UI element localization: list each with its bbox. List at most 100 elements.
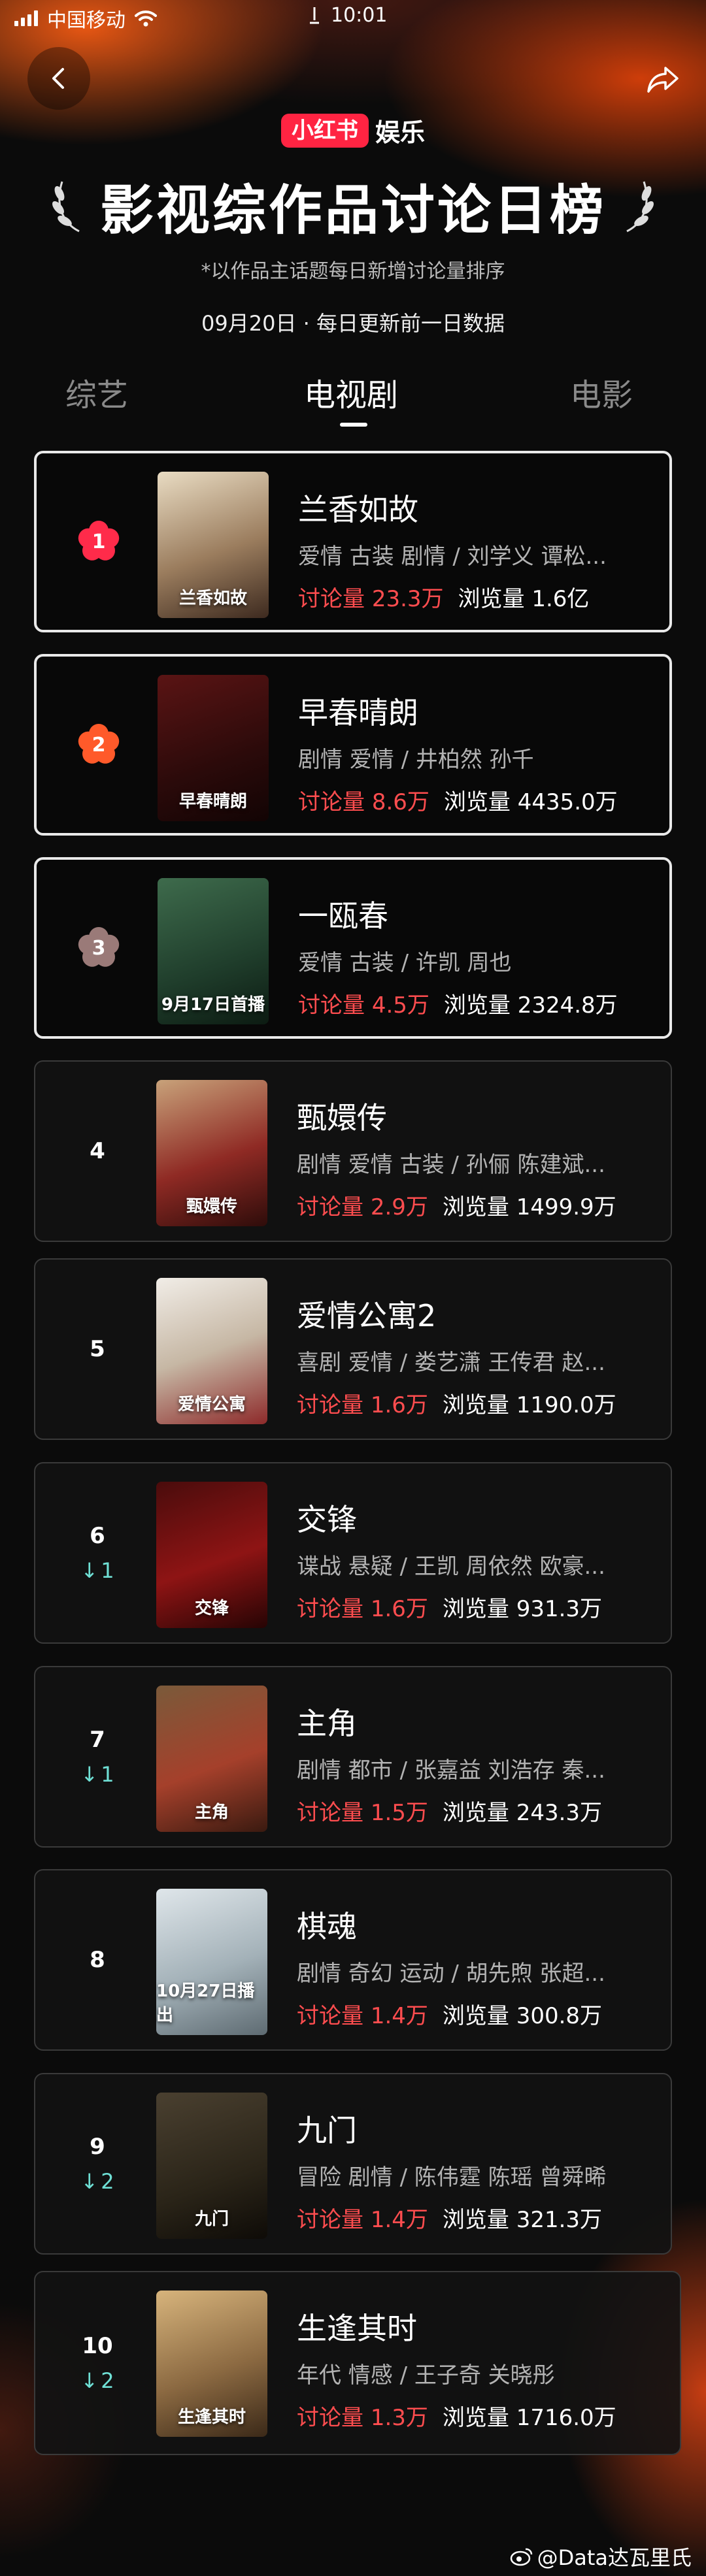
rank-medal-icon: 1: [76, 519, 122, 564]
show-info: 主角 剧情 都市 / 张嘉益 刘浩存 秦... 讨论量 1.5万 浏览量 243.3万: [297, 1705, 663, 1827]
rank-column: 6 ↓ 1: [35, 1463, 160, 1642]
discussion-value: 2.9万: [370, 1194, 428, 1220]
ranking-card[interactable]: 1 兰香如故 兰香如故 爱情 古装 剧情 / 刘学义 谭松... 讨论量 23.3万 浏览…: [34, 451, 672, 632]
ranking-card[interactable]: 4 甄嬛传 甄嬛传 剧情 爱情 古装 / 孙俪 陈建斌... 讨论量 2.9万 浏览量 1…: [34, 1060, 672, 1242]
poster-caption: 9月17日首播: [161, 995, 265, 1015]
show-poster[interactable]: 生逢其时: [156, 2291, 267, 2437]
ranking-card[interactable]: 9 ↓ 2 九门 九门 冒险 剧情 / 陈伟霆 陈瑶 曾舜晞 讨论量 1.4万 浏览量 321…: [34, 2073, 672, 2255]
ranking-card[interactable]: 3 9月17日首播 一瓯春 爱情 古装 / 许凯 周也 讨论量 4.5万 浏览量 2324…: [34, 857, 672, 1039]
show-poster[interactable]: 9月17日首播: [158, 878, 269, 1024]
wifi-icon: [135, 10, 157, 27]
signal-icon: [14, 10, 38, 26]
rank-number: 3: [92, 936, 106, 960]
show-stats: 讨论量 1.4万 浏览量 321.3万: [297, 2202, 663, 2234]
active-tab-indicator: [340, 423, 367, 427]
show-stats: 讨论量 1.6万 浏览量 1190.0万: [297, 1387, 663, 1419]
arrow-down-icon: ↓: [80, 1762, 99, 1787]
tab-tv-series[interactable]: 电视剧: [304, 369, 398, 415]
discussion-label: 讨论量: [297, 2405, 363, 2431]
rank-change: ↓ 2: [80, 2169, 114, 2194]
views-label: 浏览量: [458, 586, 525, 612]
show-info: 甄嬛传 剧情 爱情 古装 / 孙俪 陈建斌... 讨论量 2.9万 浏览量 1499.…: [297, 1100, 663, 1221]
brand-header: 小红书 娱乐: [0, 112, 706, 148]
show-tags: 爱情 古装 / 许凯 周也: [298, 950, 512, 976]
show-poster[interactable]: 交锋: [156, 1482, 267, 1628]
discussion-stat: 讨论量 4.5万: [298, 992, 429, 1019]
show-title[interactable]: 棋魂: [297, 1908, 663, 1945]
show-title[interactable]: 九门: [297, 2112, 663, 2149]
show-poster[interactable]: 九门: [156, 2093, 267, 2239]
discussion-value: 1.4万: [370, 2207, 428, 2233]
ranking-card[interactable]: 5 爱情公寓 爱情公寓2 喜剧 爱情 / 娄艺潇 王传君 赵... 讨论量 1.6万 浏览…: [34, 1258, 672, 1440]
ranking-card[interactable]: 10 ↓ 2 生逢其时 生逢其时 年代 情感 / 王子奇 关晓彤 讨论量 1.3万 浏览量 1…: [34, 2271, 681, 2455]
show-poster[interactable]: 甄嬛传: [156, 1080, 267, 1226]
tab-variety[interactable]: 综艺: [65, 369, 128, 415]
laurel-left-icon: [52, 181, 80, 232]
views-value: 1.6亿: [531, 586, 590, 612]
views-label: 浏览量: [443, 789, 511, 815]
ranking-card[interactable]: 8 10月27日播出 棋魂剧情 奇幻 运动 / 胡先煦 张超... 讨论量 1.4万浏…: [34, 1869, 672, 2051]
discussion-label: 讨论量: [297, 1596, 363, 1622]
discussion-label: 讨论量: [298, 789, 365, 815]
brand-logo: 小红书: [280, 113, 369, 148]
views-stat: 浏览量 931.3万: [443, 1596, 602, 1622]
discussion-stat: 讨论量 1.3万: [297, 2405, 428, 2431]
discussion-value: 4.5万: [371, 992, 429, 1019]
views-stat: 浏览量 1190.0万: [443, 1392, 616, 1418]
show-poster[interactable]: 早春晴朗: [158, 675, 269, 821]
show-info: 交锋 谍战 悬疑 / 王凯 周依然 欧豪... 讨论量 1.6万 浏览量 931.3万: [297, 1501, 663, 1623]
rank-change: ↓ 2: [80, 2368, 114, 2393]
ranking-card[interactable]: 2 早春晴朗 早春晴朗 剧情 爱情 / 井柏然 孙千 讨论量 8.6万 浏览量 4435.…: [34, 654, 672, 836]
show-info: 生逢其时 年代 情感 / 王子奇 关晓彤 讨论量 1.3万 浏览量 1716.0万: [297, 2310, 663, 2432]
tab-movie[interactable]: 电影: [570, 369, 633, 415]
ranking-card[interactable]: 7 ↓ 1 主角 主角 剧情 都市 / 张嘉益 刘浩存 秦... 讨论量 1.5万 浏览量 2…: [34, 1666, 672, 1848]
show-stats: 讨论量 1.6万 浏览量 931.3万: [297, 1591, 663, 1623]
discussion-value: 1.3万: [370, 2405, 428, 2431]
show-tags: 剧情 奇幻 运动 / 胡先煦 张超...: [297, 1961, 605, 1987]
discussion-stat: 讨论量 1.6万: [297, 1392, 428, 1418]
discussion-label: 讨论量: [297, 1800, 363, 1826]
discussion-stat: 讨论量 23.3万: [298, 586, 444, 612]
category-tabs: 综艺 电视剧 电影: [0, 369, 706, 427]
rank-column: 5: [35, 1260, 160, 1439]
rank-number: 6: [90, 1523, 105, 1549]
rank-column: 10 ↓ 2: [35, 2272, 160, 2454]
back-button[interactable]: [27, 47, 90, 110]
share-button[interactable]: [642, 59, 684, 101]
ranking-card[interactable]: 6 ↓ 1 交锋 交锋 谍战 悬疑 / 王凯 周依然 欧豪... 讨论量 1.6万 浏览量 9…: [34, 1462, 672, 1644]
show-title[interactable]: 兰香如故: [298, 491, 664, 528]
show-title[interactable]: 主角: [297, 1705, 663, 1742]
show-tags: 爱情 古装 剧情 / 刘学义 谭松...: [298, 544, 607, 570]
discussion-stat: 讨论量 1.4万: [297, 2003, 428, 2029]
discussion-label: 讨论量: [297, 2003, 363, 2029]
discussion-value: 8.6万: [371, 789, 429, 815]
show-info: 兰香如故爱情 古装 剧情 / 刘学义 谭松... 讨论量 23.3万 浏览量 1.6…: [298, 491, 664, 613]
show-title[interactable]: 交锋: [297, 1501, 663, 1538]
views-stat: 浏览量 243.3万: [443, 1800, 602, 1826]
discussion-stat: 讨论量 2.9万: [297, 1194, 428, 1220]
show-poster[interactable]: 主角: [156, 1686, 267, 1832]
laurel-right-icon: [626, 181, 654, 232]
show-title[interactable]: 甄嬛传: [297, 1100, 663, 1136]
page-title: 影视综作品讨论日榜: [99, 180, 606, 242]
show-title[interactable]: 生逢其时: [297, 2310, 663, 2347]
show-info: 爱情公寓2 喜剧 爱情 / 娄艺潇 王传君 赵... 讨论量 1.6万 浏览量 119…: [297, 1297, 663, 1419]
chevron-left-icon: [52, 68, 64, 89]
show-poster[interactable]: 爱情公寓: [156, 1278, 267, 1424]
views-value: 4435.0万: [517, 789, 618, 815]
rank-number: 2: [92, 733, 106, 757]
discussion-value: 23.3万: [371, 586, 444, 612]
show-stats: 讨论量 1.4万 浏览量 300.8万: [297, 1998, 663, 2030]
show-title[interactable]: 早春晴朗: [298, 694, 664, 731]
show-tags: 喜剧 爱情 / 娄艺潇 王传君 赵...: [297, 1350, 605, 1376]
show-title[interactable]: 爱情公寓2: [297, 1297, 663, 1334]
views-value: 2324.8万: [517, 992, 618, 1019]
rank-column: 1: [37, 453, 161, 630]
show-poster[interactable]: 兰香如故: [158, 472, 269, 618]
poster-caption: 爱情公寓: [177, 1395, 246, 1414]
rank-column: 8: [35, 1870, 160, 2049]
show-poster[interactable]: 10月27日播出: [156, 1889, 267, 2035]
show-tags: 剧情 都市 / 张嘉益 刘浩存 秦...: [297, 1757, 605, 1784]
discussion-label: 讨论量: [297, 1194, 363, 1220]
show-title[interactable]: 一瓯春: [298, 898, 664, 934]
